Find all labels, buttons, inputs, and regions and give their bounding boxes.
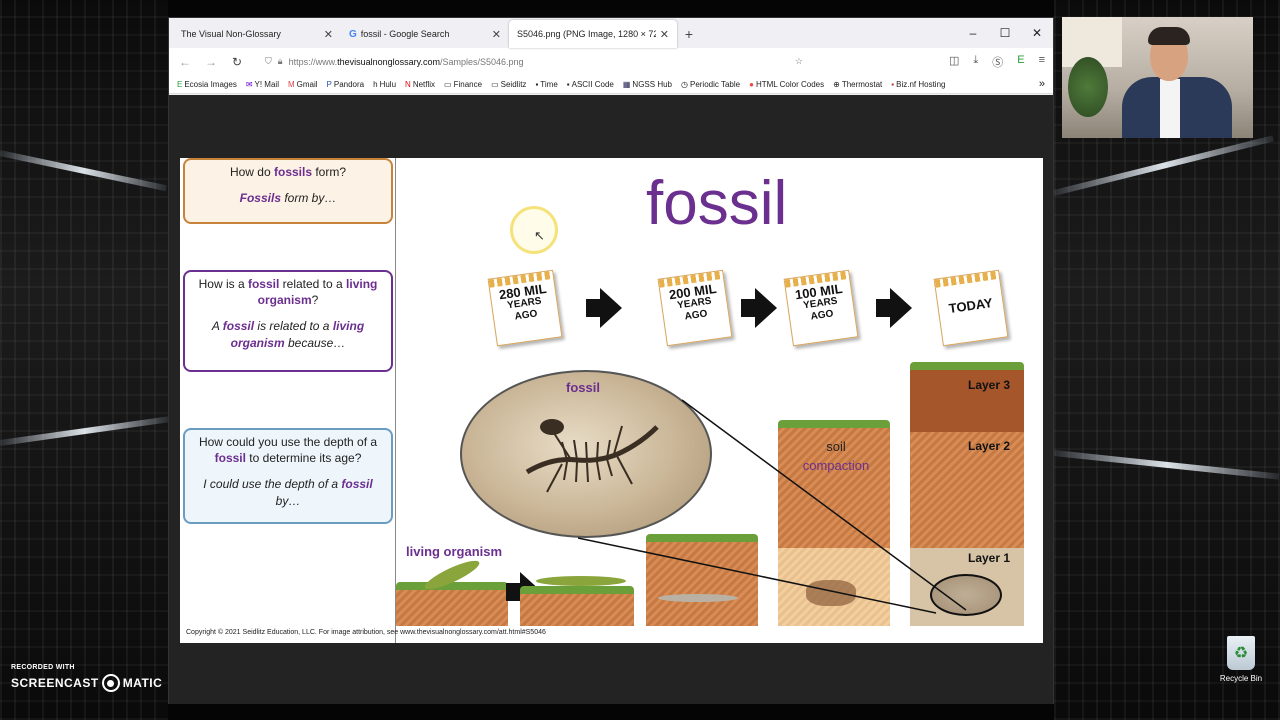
new-tab-button[interactable]: + <box>677 20 701 48</box>
bookmark-item[interactable]: ▦ NGSS Hub <box>623 80 672 89</box>
question-text: How could you use the depth of a fossil … <box>198 435 378 466</box>
bookmark-item[interactable]: P Pandora <box>327 80 365 89</box>
pocket-icon[interactable]: ◫ <box>949 54 959 70</box>
answer-stem: Fossils form by… <box>239 191 337 206</box>
toolbar-icons: ◫ ⤓ Ⓢ E ≡ <box>949 54 1045 70</box>
bookmark-item[interactable]: ▪ ASCII Code <box>567 80 614 89</box>
question-panel: How do fossils form? Fossils form by… Ho… <box>180 158 396 643</box>
bookmark-item[interactable]: h Hulu <box>373 80 396 89</box>
shield-icon: ⛉ <box>265 56 272 66</box>
webcam-overlay <box>1062 17 1253 138</box>
screencast-logo-icon <box>101 674 120 692</box>
download-icon[interactable]: ⤓ <box>973 54 978 70</box>
forward-icon[interactable]: → <box>203 55 219 69</box>
close-window-button[interactable]: ✕ <box>1021 18 1053 48</box>
plant-image <box>1068 57 1108 117</box>
slide-image: How do fossils form? Fossils form by… Ho… <box>180 158 1043 643</box>
answer-stem: I could use the depth of a fossil by… <box>203 477 373 508</box>
extension-e-icon[interactable]: E <box>1017 54 1024 70</box>
tab-visual-non-glossary[interactable]: The Visual Non-Glossary ✕ <box>173 20 341 48</box>
lock-icon: 🔒︎ <box>277 56 283 66</box>
tab-title: The Visual Non-Glossary <box>181 29 281 39</box>
tab-bar: The Visual Non-Glossary ✕ G fossil - Goo… <box>169 18 1053 48</box>
bookmark-item[interactable]: N Netflix <box>405 80 435 89</box>
url-bar[interactable]: ⛉ 🔒︎ https://www.thevisualnonglossary.co… <box>255 51 803 72</box>
tab-google-search[interactable]: G fossil - Google Search ✕ <box>341 20 509 48</box>
bookmarks-bar: E Ecosia Images ✉ Y! Mail M Gmail P Pandora … <box>169 75 1053 94</box>
copyright-text: Copyright © 2021 Seidlitz Education, LLC… <box>186 629 546 636</box>
recycle-bin[interactable]: ♻ Recycle Bin <box>1215 636 1267 683</box>
question-box-1: How do fossils form? Fossils form by… <box>183 158 393 224</box>
close-icon[interactable]: ✕ <box>324 28 333 41</box>
menu-icon[interactable]: ≡ <box>1039 54 1045 70</box>
recycle-bin-icon: ♻ <box>1227 636 1255 670</box>
bookmark-item[interactable]: ▭ Finance <box>444 80 482 89</box>
nav-bar: ← → ↻ ⛉ 🔒︎ https://www.thevisualnongloss… <box>169 48 1053 75</box>
google-icon: G <box>349 28 357 40</box>
close-icon[interactable]: ✕ <box>660 28 669 41</box>
url-text: https://www.thevisualnonglossary.com/Sam… <box>288 56 524 67</box>
bookmark-item[interactable]: ● HTML Color Codes <box>749 80 824 89</box>
bookmark-item[interactable]: ▪ Biz.nf Hosting <box>891 80 945 89</box>
bookmark-item[interactable]: ▭ Seidlitz <box>491 80 526 89</box>
window-controls: – ☐ ✕ <box>957 18 1053 48</box>
bookmark-item[interactable]: ◷ Periodic Table <box>681 80 740 89</box>
browser-window: The Visual Non-Glossary ✕ G fossil - Goo… <box>168 17 1054 704</box>
more-bookmarks-icon[interactable]: » <box>1039 78 1045 90</box>
reload-icon[interactable]: ↻ <box>229 55 245 69</box>
extension-s-icon[interactable]: Ⓢ <box>992 54 1003 70</box>
bookmark-star-icon[interactable]: ☆ <box>795 56 803 67</box>
bookmark-item[interactable]: ⊕ Thermostat <box>833 80 882 89</box>
minimize-button[interactable]: – <box>957 18 989 48</box>
question-text: How do fossils form? <box>229 165 347 179</box>
answer-stem: A fossil is related to a living organism… <box>211 319 365 350</box>
question-box-2: How is a fossil related to a living orga… <box>183 270 393 372</box>
question-box-3: How could you use the depth of a fossil … <box>183 428 393 524</box>
maximize-button[interactable]: ☐ <box>989 18 1021 48</box>
page-viewport: How do fossils form? Fossils form by… Ho… <box>169 95 1053 704</box>
illustration-panel: fossil ↖ 280 MIL YEARS AGO 200 MIL YEARS AGO… <box>396 158 1043 643</box>
connector-lines <box>577 399 967 614</box>
tab-title: S5046.png (PNG Image, 1280 × 720 <box>517 29 656 39</box>
bookmark-item[interactable]: ✉ Y! Mail <box>246 80 279 89</box>
bookmark-item[interactable]: ▪ Time <box>535 80 557 89</box>
tab-image[interactable]: S5046.png (PNG Image, 1280 × 720 ✕ <box>509 20 677 48</box>
close-icon[interactable]: ✕ <box>492 28 501 41</box>
tab-title: fossil - Google Search <box>360 29 450 39</box>
question-text: How is a fossil related to a living orga… <box>198 277 378 308</box>
desktop-background-left <box>0 0 169 720</box>
bookmark-item[interactable]: M Gmail <box>288 80 318 89</box>
bookmark-item[interactable]: E Ecosia Images <box>177 80 237 89</box>
screencast-watermark: RECORDED WITH SCREENCAST MATIC <box>11 664 163 692</box>
back-icon[interactable]: ← <box>177 55 193 69</box>
